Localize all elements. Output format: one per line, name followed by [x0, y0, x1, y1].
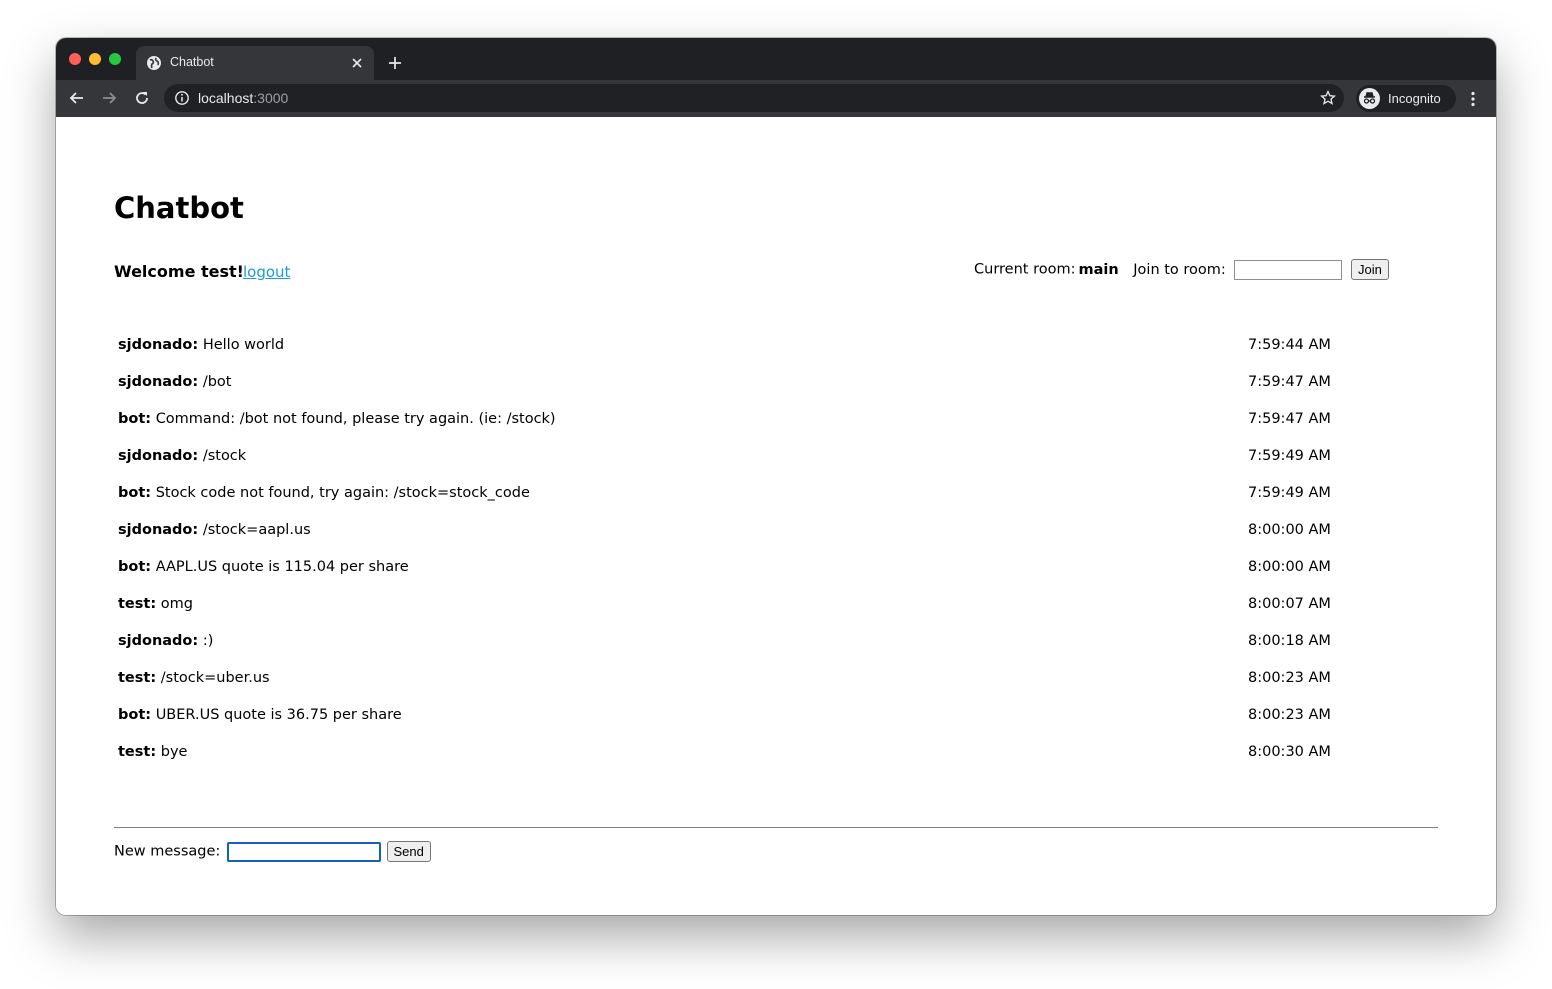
message-row: sjdonado: /bot 7:59:47 AM [114, 364, 1354, 401]
message-body: AAPL.US quote is 115.04 per share [155, 559, 409, 575]
message-text: test: bye [118, 744, 187, 760]
url-text: localhost:3000 [198, 90, 289, 106]
message-text: bot: Command: /bot not found, please try… [118, 411, 556, 427]
message-time: 7:59:49 AM [1248, 448, 1331, 464]
message-row: test: bye 8:00:30 AM [114, 734, 1354, 771]
message-text: test: /stock=uber.us [118, 670, 270, 686]
message-author: test: [118, 670, 157, 686]
message-list: sjdonado: Hello world 7:59:44 AM sjdonado:… [114, 327, 1354, 771]
message-author: sjdonado: [118, 633, 199, 649]
send-button[interactable]: Send [386, 841, 431, 862]
message-author: bot: [118, 485, 152, 501]
kebab-menu-icon[interactable] [1464, 90, 1482, 108]
message-time: 7:59:49 AM [1248, 485, 1331, 501]
address-bar[interactable]: localhost:3000 [164, 84, 1344, 112]
arrow-right-icon[interactable] [100, 89, 118, 107]
divider [114, 827, 1438, 828]
info-icon[interactable] [174, 90, 190, 106]
page-title: Chatbot [114, 191, 244, 225]
message-time: 7:59:47 AM [1248, 411, 1331, 427]
minimize-window-button[interactable] [89, 53, 101, 65]
title-bar: Chatbot [56, 38, 1496, 80]
message-author: test: [118, 596, 157, 612]
message-body: /stock [202, 448, 247, 464]
join-room-input[interactable] [1234, 259, 1343, 280]
message-body: Hello world [202, 337, 285, 353]
current-room-label: Current room: [974, 261, 1076, 278]
message-text: sjdonado: /bot [118, 374, 231, 390]
message-row: test: /stock=uber.us 8:00:23 AM [114, 660, 1354, 697]
message-text: bot: UBER.US quote is 36.75 per share [118, 707, 402, 723]
message-text: bot: AAPL.US quote is 115.04 per share [118, 559, 409, 575]
new-message-label: New message: [114, 843, 221, 860]
message-time: 8:00:00 AM [1248, 559, 1331, 575]
message-text: sjdonado: :) [118, 633, 213, 649]
globe-icon [147, 56, 161, 70]
profile-button[interactable]: Incognito [1356, 85, 1456, 112]
page-content: Chatbot Welcome test! logout Current roo… [56, 117, 1496, 915]
message-author: bot: [118, 411, 152, 427]
current-room-name: main [1078, 261, 1119, 278]
message-text: bot: Stock code not found, try again: /s… [118, 485, 530, 501]
browser-window: Chatbot localhost:3000 Incognito Chatbot… [56, 38, 1496, 915]
close-window-button[interactable] [69, 53, 81, 65]
message-body: :) [202, 633, 214, 649]
message-body: bye [160, 744, 188, 760]
logout-link[interactable]: logout [243, 263, 290, 281]
message-row: sjdonado: /stock 7:59:49 AM [114, 438, 1354, 475]
join-button[interactable]: Join [1351, 259, 1389, 280]
message-text: sjdonado: Hello world [118, 337, 284, 353]
message-body: /bot [202, 374, 232, 390]
message-time: 7:59:47 AM [1248, 374, 1331, 390]
join-room-label: Join to room: [1133, 261, 1226, 278]
message-author: sjdonado: [118, 337, 199, 353]
message-text: sjdonado: /stock [118, 448, 246, 464]
close-icon[interactable] [350, 56, 364, 70]
plus-icon[interactable] [387, 55, 403, 71]
message-author: sjdonado: [118, 522, 199, 538]
message-author: sjdonado: [118, 448, 199, 464]
message-row: bot: Command: /bot not found, please try… [114, 401, 1354, 438]
message-body: UBER.US quote is 36.75 per share [155, 707, 402, 723]
message-row: bot: AAPL.US quote is 115.04 per share 8:… [114, 549, 1354, 586]
profile-label: Incognito [1388, 91, 1441, 106]
message-row: bot: UBER.US quote is 36.75 per share 8:0… [114, 697, 1354, 734]
message-body: /stock=aapl.us [202, 522, 311, 538]
maximize-window-button[interactable] [109, 53, 121, 65]
message-time: 7:59:44 AM [1248, 337, 1331, 353]
message-time: 8:00:23 AM [1248, 707, 1331, 723]
message-time: 8:00:18 AM [1248, 633, 1331, 649]
message-text: sjdonado: /stock=aapl.us [118, 522, 311, 538]
message-body: Command: /bot not found, please try agai… [155, 411, 556, 427]
message-text: test: omg [118, 596, 193, 612]
message-composer: New message: Send [114, 841, 431, 862]
message-body: omg [160, 596, 193, 612]
message-author: bot: [118, 559, 152, 575]
message-time: 8:00:30 AM [1248, 744, 1331, 760]
star-icon[interactable] [1320, 90, 1336, 106]
message-row: sjdonado: :) 8:00:18 AM [114, 623, 1354, 660]
incognito-icon [1359, 88, 1380, 109]
message-row: sjdonado: Hello world 7:59:44 AM [114, 327, 1354, 364]
message-row: bot: Stock code not found, try again: /s… [114, 475, 1354, 512]
browser-toolbar: localhost:3000 Incognito [56, 80, 1496, 117]
message-author: sjdonado: [118, 374, 199, 390]
tab-title: Chatbot [170, 55, 214, 69]
message-row: test: omg 8:00:07 AM [114, 586, 1354, 623]
reload-icon[interactable] [133, 89, 151, 107]
room-controls: Current room: main Join to room: Join [974, 259, 1389, 283]
message-author: bot: [118, 707, 152, 723]
message-body: Stock code not found, try again: /stock=… [155, 485, 530, 501]
message-author: test: [118, 744, 157, 760]
welcome-text: Welcome test! [114, 262, 244, 281]
message-row: sjdonado: /stock=aapl.us 8:00:00 AM [114, 512, 1354, 549]
message-time: 8:00:00 AM [1248, 522, 1331, 538]
new-message-input[interactable] [226, 841, 381, 862]
arrow-left-icon[interactable] [68, 89, 86, 107]
message-body: /stock=uber.us [160, 670, 270, 686]
message-time: 8:00:07 AM [1248, 596, 1331, 612]
tab-chatbot[interactable]: Chatbot [136, 46, 374, 80]
message-time: 8:00:23 AM [1248, 670, 1331, 686]
